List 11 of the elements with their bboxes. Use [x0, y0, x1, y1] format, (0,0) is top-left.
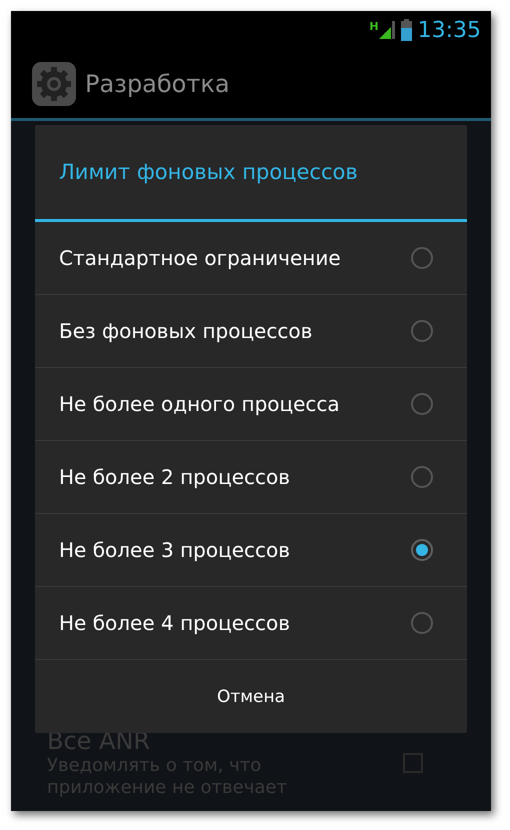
- option-item[interactable]: Не более одного процесса: [35, 368, 467, 441]
- screen-title: Разработка: [85, 70, 230, 98]
- dialog-title: Лимит фоновых процессов: [35, 125, 467, 222]
- option-item[interactable]: Стандартное ограничение: [35, 222, 467, 295]
- option-item[interactable]: Без фоновых процессов: [35, 295, 467, 368]
- cancel-button[interactable]: Отмена: [35, 660, 467, 733]
- clock: 13:35: [418, 18, 481, 42]
- option-item[interactable]: Не более 3 процессов: [35, 514, 467, 587]
- option-item[interactable]: Не более 4 процессов: [35, 587, 467, 660]
- option-item[interactable]: Не более 2 процессов: [35, 441, 467, 514]
- network-type: H: [369, 21, 379, 32]
